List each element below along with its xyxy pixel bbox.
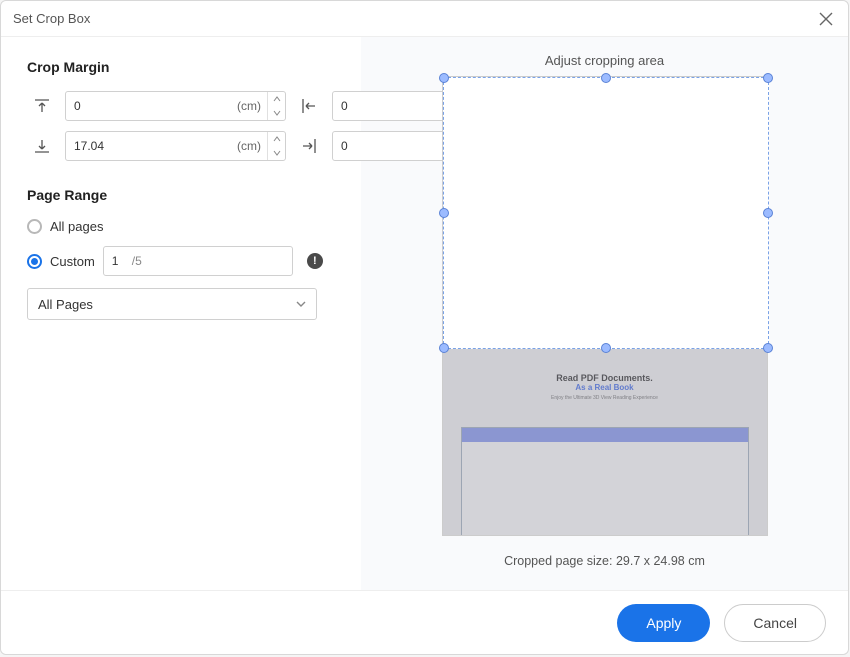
margin-bottom-input[interactable]: [66, 139, 237, 153]
crop-mask: [443, 349, 767, 535]
radio-custom-row[interactable]: Custom /5 !: [27, 246, 335, 276]
radio-all-pages[interactable]: [27, 219, 42, 234]
crop-handle-nw[interactable]: [439, 73, 449, 83]
preview-page[interactable]: PDFelement Wondershare PDF Reader FREE. …: [442, 76, 768, 536]
dialog-body: Crop Margin (cm): [1, 37, 848, 590]
margin-top-spinner[interactable]: [267, 92, 285, 120]
cancel-button[interactable]: Cancel: [724, 604, 826, 642]
margin-bottom-field[interactable]: (cm): [65, 131, 286, 161]
margin-left-icon: [294, 96, 324, 116]
margin-top-input[interactable]: [66, 99, 237, 113]
dialog-title: Set Crop Box: [13, 11, 816, 26]
margin-bottom-unit: (cm): [237, 139, 267, 153]
titlebar: Set Crop Box: [1, 1, 848, 37]
margin-right-icon: [294, 136, 324, 156]
caret-down-icon[interactable]: [268, 146, 285, 160]
cropped-size-label: Cropped page size: 29.7 x 24.98 cm: [504, 554, 705, 568]
margin-grid: (cm) (cm): [27, 91, 335, 161]
radio-all-pages-row[interactable]: All pages: [27, 219, 335, 234]
caret-down-icon[interactable]: [268, 106, 285, 120]
crop-handle-w[interactable]: [439, 208, 449, 218]
chevron-down-icon: [296, 301, 306, 308]
page-range-total: /5: [132, 254, 142, 268]
right-panel: Adjust cropping area PDFelement Wondersh…: [361, 37, 848, 590]
close-icon: [819, 12, 833, 26]
crop-handle-e[interactable]: [763, 208, 773, 218]
margin-top-unit: (cm): [237, 99, 267, 113]
page-range-input-wrap[interactable]: /5: [103, 246, 293, 276]
close-button[interactable]: [816, 9, 836, 29]
crop-region[interactable]: [443, 77, 769, 349]
crop-dialog: Set Crop Box Crop Margin (cm): [0, 0, 849, 655]
margin-top-field[interactable]: (cm): [65, 91, 286, 121]
crop-handle-s[interactable]: [601, 343, 611, 353]
crop-handle-sw[interactable]: [439, 343, 449, 353]
radio-custom-label: Custom: [50, 254, 95, 269]
crop-handle-se[interactable]: [763, 343, 773, 353]
crop-margin-heading: Crop Margin: [27, 59, 335, 75]
caret-up-icon[interactable]: [268, 92, 285, 106]
preview-stage: PDFelement Wondershare PDF Reader FREE. …: [435, 76, 775, 546]
margin-bottom-icon: [27, 136, 57, 156]
page-range-heading: Page Range: [27, 187, 335, 203]
crop-handle-ne[interactable]: [763, 73, 773, 83]
apply-button[interactable]: Apply: [617, 604, 710, 642]
crop-handle-n[interactable]: [601, 73, 611, 83]
radio-custom[interactable]: [27, 254, 42, 269]
page-range-input[interactable]: [112, 254, 132, 268]
caret-up-icon[interactable]: [268, 132, 285, 146]
margin-bottom-spinner[interactable]: [267, 132, 285, 160]
margin-top-icon: [27, 96, 57, 116]
dialog-footer: Apply Cancel: [1, 590, 848, 654]
preview-heading: Adjust cropping area: [545, 53, 664, 68]
radio-all-pages-label: All pages: [50, 219, 103, 234]
left-panel: Crop Margin (cm): [1, 37, 361, 590]
page-scope-value: All Pages: [38, 297, 296, 312]
warning-icon[interactable]: !: [307, 253, 323, 269]
page-scope-select[interactable]: All Pages: [27, 288, 317, 320]
